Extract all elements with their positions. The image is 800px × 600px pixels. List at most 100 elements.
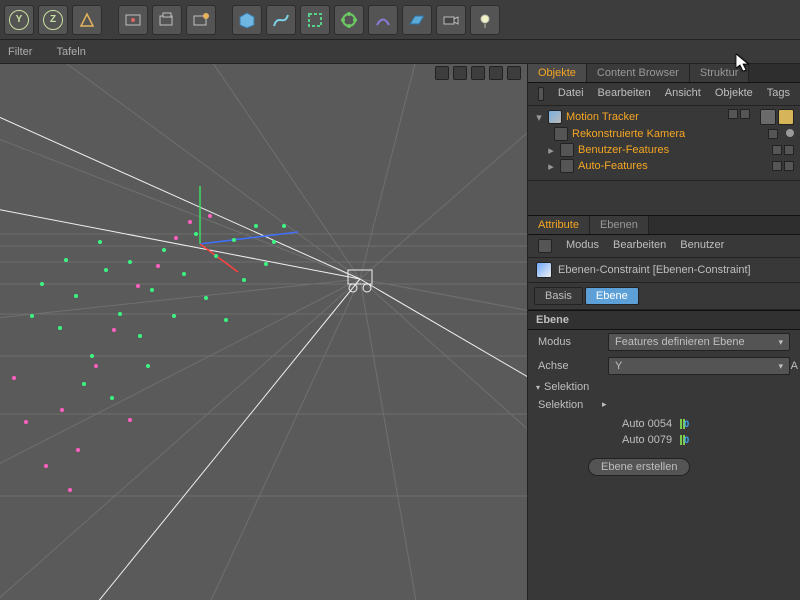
object-manager-tabs: Objekte Content Browser Struktur: [528, 64, 800, 83]
am-menu-bearbeiten[interactable]: Bearbeiten: [613, 239, 666, 253]
viewport-subbar: Filter Tafeln: [0, 40, 800, 64]
dropdown-modus-value: Features definieren Ebene: [615, 336, 745, 348]
viewport[interactable]: [0, 64, 528, 600]
tree-row-auto-features: ▸ Auto-Features: [528, 158, 800, 174]
row-modus: Modus Features definieren Ebene ▾: [528, 330, 800, 354]
selektion-header-label: Selektion: [544, 381, 589, 393]
chevron-down-icon: ▾: [536, 383, 540, 392]
motion-tracker-icon: [548, 110, 562, 124]
subtab-basis[interactable]: Basis: [534, 287, 583, 305]
object-manager-menu: Datei Bearbeiten Ansicht Objekte Tags: [528, 83, 800, 106]
object-tree: ▾ Motion Tracker Rekonstruierte Kamera ▸…: [528, 106, 800, 181]
tab-ebenen[interactable]: Ebenen: [590, 216, 649, 234]
feature-indicator-icon: 0: [680, 419, 694, 429]
deformer-button[interactable]: [368, 5, 398, 35]
axis-y-label: Y: [9, 10, 29, 30]
tree-label-rekon-kamera[interactable]: Rekonstruierte Kamera: [572, 128, 685, 140]
tree-row-benutzer-features: ▸ Benutzer-Features: [528, 142, 800, 158]
selektion-item-1[interactable]: Auto 0079: [622, 434, 672, 446]
nurbs-button[interactable]: [300, 5, 330, 35]
om-menu-bearbeiten[interactable]: Bearbeiten: [598, 87, 651, 101]
vis-toggle[interactable]: [728, 109, 738, 119]
expand-icon[interactable]: ▾: [534, 111, 544, 124]
list-item: Auto 0054 0: [622, 416, 800, 432]
attribute-object-name: Ebenen-Constraint [Ebenen-Constraint]: [558, 264, 751, 276]
render-queue-button[interactable]: [186, 5, 216, 35]
row-selektion: Selektion ▸: [528, 396, 800, 414]
tab-struktur[interactable]: Struktur: [690, 64, 750, 82]
om-menu-objekte[interactable]: Objekte: [715, 87, 753, 101]
feature-indicator-icon: 0: [680, 435, 694, 445]
section-ebene: Ebene: [528, 310, 800, 330]
selektion-list: Auto 0054 0 Auto 0079 0: [528, 414, 800, 452]
vis-toggle[interactable]: [768, 129, 778, 139]
spline-button[interactable]: [266, 5, 296, 35]
dropdown-achse[interactable]: Y▾: [608, 357, 790, 375]
chevron-right-icon: ▸: [602, 399, 607, 410]
expand-icon[interactable]: ▸: [546, 160, 556, 173]
axis-y-button[interactable]: Y: [4, 5, 34, 35]
vis-toggle[interactable]: [772, 145, 782, 155]
tafeln-menu[interactable]: Tafeln: [56, 46, 85, 58]
right-panel: Objekte Content Browser Struktur Datei B…: [528, 64, 800, 600]
render-toggle[interactable]: [740, 109, 750, 119]
tag-1[interactable]: [760, 109, 776, 125]
selektion-header[interactable]: ▾ Selektion: [528, 378, 800, 396]
dropdown-modus[interactable]: Features definieren Ebene ▾: [608, 333, 790, 351]
om-menu-tags[interactable]: Tags: [767, 87, 790, 101]
attribute-subtabs: Basis Ebene: [528, 283, 800, 310]
label-selektion: Selektion: [538, 399, 598, 411]
render-toggle[interactable]: [784, 145, 794, 155]
chevron-down-icon: ▾: [778, 337, 783, 348]
constraint-icon: [536, 262, 552, 278]
features-icon: [560, 159, 574, 173]
create-plane-button[interactable]: Ebene erstellen: [588, 458, 690, 476]
tree-row-motion-tracker: ▾ Motion Tracker: [528, 108, 800, 126]
tree-label-auto-features[interactable]: Auto-Features: [578, 160, 648, 172]
render-view-button[interactable]: [118, 5, 148, 35]
tag-2[interactable]: [778, 109, 794, 125]
cube-button[interactable]: [232, 5, 262, 35]
features-icon: [560, 143, 574, 157]
tab-content-browser[interactable]: Content Browser: [587, 64, 690, 82]
selektion-item-0[interactable]: Auto 0054: [622, 418, 672, 430]
om-menu-ansicht[interactable]: Ansicht: [665, 87, 701, 101]
chevron-down-icon: ▾: [778, 361, 783, 372]
active-dot[interactable]: [786, 129, 794, 137]
grid-svg: [0, 64, 528, 600]
expand-icon[interactable]: ▸: [546, 144, 556, 157]
tab-objekte[interactable]: Objekte: [528, 64, 587, 82]
tab-attribute[interactable]: Attribute: [528, 216, 590, 234]
floor-button[interactable]: [402, 5, 432, 35]
tree-label-motion-tracker[interactable]: Motion Tracker: [566, 111, 639, 123]
label-achse: Achse: [538, 360, 598, 372]
tree-label-benutzer-features[interactable]: Benutzer-Features: [578, 144, 669, 156]
label-modus: Modus: [538, 336, 598, 348]
light-button[interactable]: [470, 5, 500, 35]
dropdown-achse-value: Y: [615, 360, 622, 372]
axis-z-label: Z: [43, 10, 63, 30]
camera-icon: [554, 127, 568, 141]
list-item: Auto 0079 0: [622, 432, 800, 448]
coord-button[interactable]: [72, 5, 102, 35]
row-achse: Achse Y▾ A: [528, 354, 800, 378]
am-menu-benutzer[interactable]: Benutzer: [680, 239, 724, 253]
top-toolbar: Y Z: [0, 0, 800, 40]
vis-toggle[interactable]: [772, 161, 782, 171]
am-grip-icon[interactable]: [538, 239, 552, 253]
render-toggle[interactable]: [784, 161, 794, 171]
attribute-object-header: Ebenen-Constraint [Ebenen-Constraint]: [528, 258, 800, 283]
attribute-menu: Modus Bearbeiten Benutzer: [528, 235, 800, 258]
axis-extra: A: [791, 360, 798, 372]
tree-row-rekon-kamera: Rekonstruierte Kamera: [528, 126, 800, 142]
am-menu-modus[interactable]: Modus: [566, 239, 599, 253]
render-settings-button[interactable]: [152, 5, 182, 35]
camera-button[interactable]: [436, 5, 466, 35]
axis-z-button[interactable]: Z: [38, 5, 68, 35]
om-grip-icon[interactable]: [538, 87, 544, 101]
attribute-tabs: Attribute Ebenen: [528, 215, 800, 235]
array-button[interactable]: [334, 5, 364, 35]
om-menu-datei[interactable]: Datei: [558, 87, 584, 101]
filter-menu[interactable]: Filter: [8, 46, 32, 58]
subtab-ebene[interactable]: Ebene: [585, 287, 639, 305]
